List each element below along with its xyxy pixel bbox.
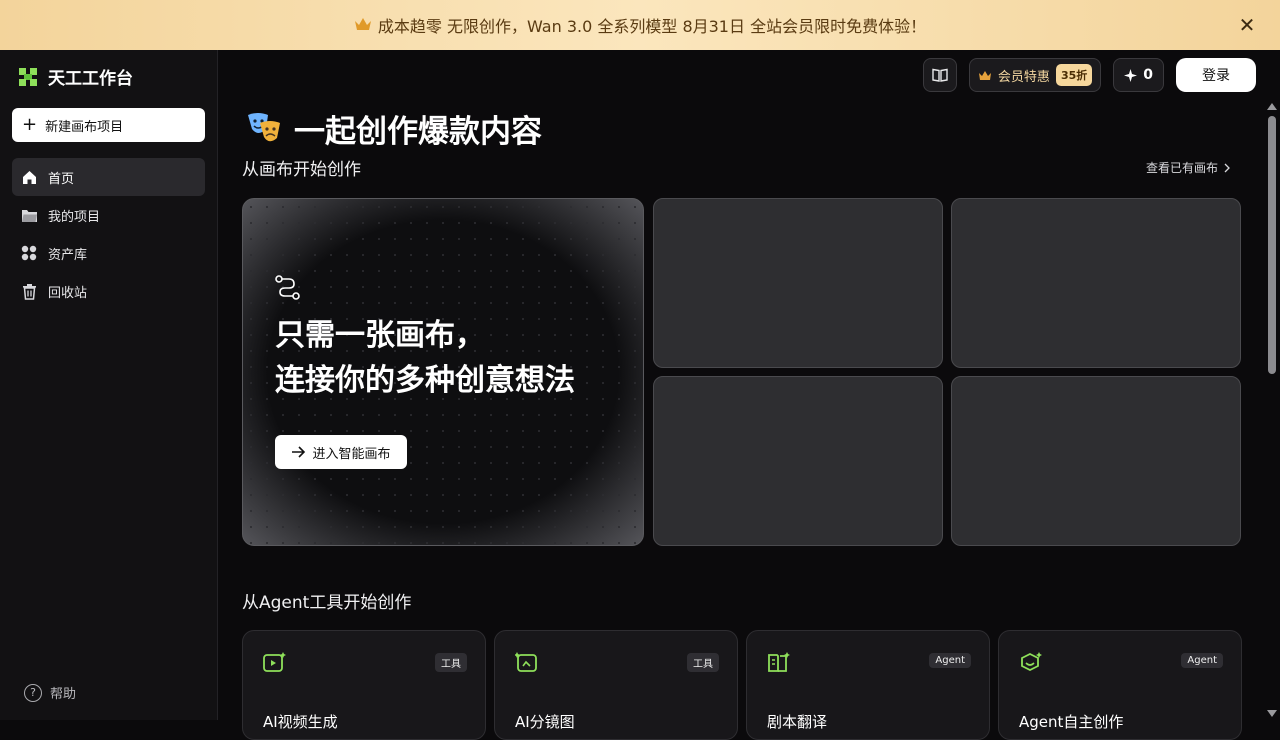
sidebar-item-my-projects[interactable]: 我的项目 [12, 196, 205, 234]
canvas-preview-tile[interactable] [653, 376, 943, 546]
trash-icon [20, 282, 38, 300]
book-icon [932, 68, 948, 82]
tool-card-storyboard[interactable]: 工具 AI分镜图 [494, 630, 738, 740]
promo-banner: 成本趋零 无限创作，Wan 3.0 全系列模型 8月31日 全站会员限时免费体验… [0, 0, 1280, 50]
card-title: 剧本翻译 [767, 713, 828, 731]
section-title-agent: 从Agent工具开始创作 [242, 593, 412, 613]
scrollbar-thumb[interactable] [1268, 116, 1276, 374]
arrow-right-icon [292, 446, 306, 458]
scroll-up-arrow-icon[interactable] [1267, 103, 1277, 110]
sidebar-item-label: 资产库 [48, 247, 88, 263]
chevron-right-icon [1224, 163, 1230, 172]
sidebar-item-label: 回收站 [48, 285, 88, 301]
view-link-label: 查看已有画布 [1145, 161, 1218, 175]
smart-canvas-hero-card[interactable]: 只需一张画布， 连接你的多种创意想法 进入智能画布 [242, 198, 644, 546]
sidebar-item-home[interactable]: 首页 [12, 158, 205, 196]
page-title: 一起创作爆款内容 [246, 106, 542, 151]
question-icon: ? [24, 683, 42, 702]
flow-connect-icon [275, 275, 300, 300]
heading-text: 一起创作爆款内容 [294, 114, 542, 150]
vip-offer-button[interactable]: 会员特惠 35折 [968, 58, 1102, 92]
canvas-preview-tile[interactable] [951, 376, 1241, 546]
canvas-preview-tile[interactable] [951, 198, 1241, 368]
discount-badge: 35折 [1055, 64, 1093, 86]
canvas-preview-tile[interactable] [653, 198, 943, 368]
sparkle-icon [1124, 68, 1138, 82]
hero-title-line1: 只需一张画布， [275, 318, 485, 353]
logo-icon [19, 67, 37, 86]
sidebar-item-label: 我的项目 [48, 209, 101, 225]
new-canvas-project-button[interactable]: + 新建画布项目 [12, 108, 205, 142]
docs-button[interactable] [922, 58, 957, 92]
logo-text: 天工工作台 [48, 69, 133, 89]
sidebar-item-assets[interactable]: 资产库 [12, 234, 205, 272]
help-label: 帮助 [50, 687, 77, 702]
login-button[interactable]: 登录 [1176, 58, 1256, 92]
section-title-canvas: 从画布开始创作 [242, 160, 361, 180]
points-button[interactable]: 0 [1113, 58, 1164, 92]
view-existing-canvases-link[interactable]: 查看已有画布 [1146, 159, 1230, 176]
new-project-label: 新建画布项目 [45, 119, 124, 135]
card-title: AI分镜图 [515, 713, 575, 731]
crown-icon [978, 70, 991, 80]
sidebar-nav: 首页 我的项目 资产库 回收站 [12, 158, 205, 310]
folder-icon [20, 206, 38, 224]
card-title: AI视频生成 [263, 713, 338, 731]
tool-card-video[interactable]: 工具 AI视频生成 [242, 630, 486, 740]
video-generate-icon [263, 652, 286, 672]
main-scrollbar[interactable] [1264, 100, 1280, 720]
card-tag: 工具 [687, 653, 719, 672]
topbar: 会员特惠 35折 0 登录 [922, 58, 1256, 92]
help-button[interactable]: ? 帮助 [24, 683, 76, 702]
card-tag: 工具 [435, 653, 467, 672]
assets-icon [20, 244, 38, 262]
home-icon [20, 168, 38, 186]
sidebar-item-label: 首页 [48, 171, 75, 187]
sidebar: 天工工作台 + 新建画布项目 首页 我的项目 资产库 回收站 ? 帮助 [0, 50, 218, 720]
agent-card-script-translate[interactable]: Agent 剧本翻译 [746, 630, 990, 740]
theater-masks-icon [248, 112, 280, 141]
sidebar-item-trash[interactable]: 回收站 [12, 272, 205, 310]
points-count: 0 [1143, 67, 1153, 83]
close-icon: ✕ [1238, 13, 1256, 37]
crown-icon [354, 16, 372, 35]
plus-icon: + [22, 114, 38, 135]
card-title: Agent自主创作 [1019, 713, 1124, 731]
enter-smart-canvas-button[interactable]: 进入智能画布 [275, 435, 407, 469]
hero-title-line2: 连接你的多种创意想法 [275, 363, 575, 398]
script-translate-icon [768, 652, 790, 672]
close-banner-button[interactable]: ✕ [1236, 14, 1258, 36]
logo[interactable]: 天工工作台 [18, 64, 133, 89]
agent-card-autonomous-create[interactable]: Agent Agent自主创作 [998, 630, 1242, 740]
card-tag: Agent [929, 653, 971, 668]
enter-label: 进入智能画布 [312, 446, 391, 462]
hero-title: 只需一张画布， 连接你的多种创意想法 [275, 313, 575, 403]
agent-create-icon [1021, 652, 1042, 672]
scroll-down-arrow-icon[interactable] [1267, 710, 1277, 717]
banner-text: 成本趋零 无限创作，Wan 3.0 全系列模型 8月31日 全站会员限时免费体验… [377, 17, 927, 36]
storyboard-icon [515, 652, 537, 672]
card-tag: Agent [1181, 653, 1223, 668]
vip-label: 会员特惠 [997, 69, 1050, 85]
